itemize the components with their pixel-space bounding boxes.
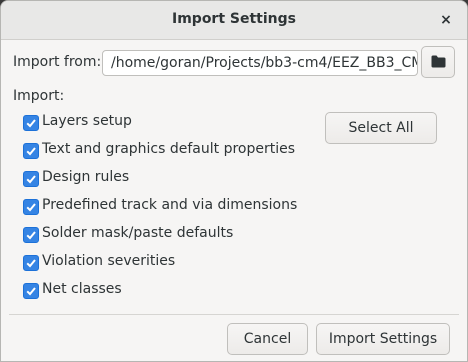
option-label: Layers setup	[42, 113, 132, 129]
footer-divider	[9, 314, 459, 315]
title-bar: Import Settings ×	[1, 1, 467, 40]
checkmark-icon	[26, 147, 36, 156]
folder-icon	[431, 55, 446, 68]
close-icon[interactable]: ×	[435, 9, 457, 31]
import-settings-dialog: Import Settings × Import from: Import: L…	[0, 0, 468, 362]
option-label: Net classes	[42, 281, 122, 297]
import-path-input[interactable]	[102, 50, 418, 76]
checkmark-icon	[26, 259, 36, 268]
option-label: Predefined track and via dimensions	[42, 197, 298, 213]
checkbox[interactable]	[23, 283, 39, 299]
checkmark-icon	[26, 119, 36, 128]
import-section-label: Import:	[13, 88, 65, 104]
select-all-button[interactable]: Select All	[325, 112, 437, 144]
checkmark-icon	[26, 203, 36, 212]
browse-button[interactable]	[421, 46, 455, 78]
option-label: Text and graphics default properties	[42, 141, 296, 157]
option-label: Design rules	[42, 169, 130, 185]
checkbox[interactable]	[23, 227, 39, 243]
checkmark-icon	[26, 175, 36, 184]
cancel-button[interactable]: Cancel	[227, 323, 308, 355]
checkbox[interactable]	[23, 143, 39, 159]
dialog-title: Import Settings	[172, 11, 296, 27]
checkbox[interactable]	[23, 171, 39, 187]
option-label: Solder mask/paste defaults	[42, 225, 234, 241]
import-from-label: Import from:	[13, 54, 102, 70]
checkmark-icon	[26, 287, 36, 296]
option-label: Violation severities	[42, 253, 176, 269]
checkbox[interactable]	[23, 255, 39, 271]
checkbox[interactable]	[23, 115, 39, 131]
import-settings-button[interactable]: Import Settings	[316, 323, 450, 355]
checkbox[interactable]	[23, 199, 39, 215]
checkmark-icon	[26, 231, 36, 240]
